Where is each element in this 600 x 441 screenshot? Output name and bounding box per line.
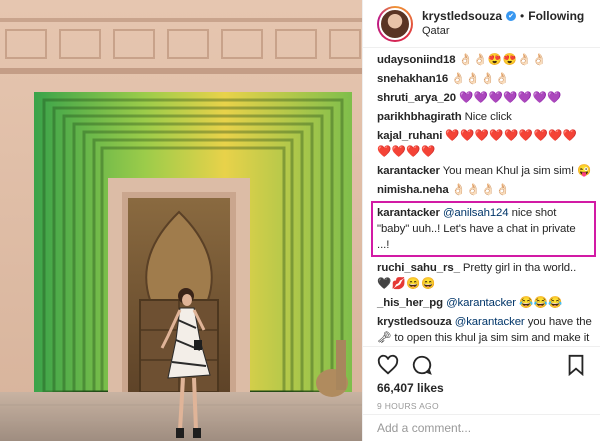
comment-emoji: 👌🏻👌🏻👌🏻👌🏻 [451,184,511,196]
comment-username[interactable]: udaysoniind18 [377,54,456,66]
comment-item: parikhbhagirath Nice click [377,109,592,125]
comment-emoji: 👌🏻👌🏻👌🏻👌🏻 [451,73,510,85]
comment-text: Nice click [464,111,512,123]
comment-username[interactable]: karantacker [377,165,440,177]
comment-username[interactable]: krystledsouza [377,316,452,328]
comment-username[interactable]: karantacker [377,207,440,219]
comment-username[interactable]: snehakhan16 [377,73,448,85]
post-side-panel: krystledsouza ✔ • Following Qatar udayso… [362,0,600,441]
comment-username[interactable]: shruti_arya_20 [377,92,456,104]
comment-emoji: 💜💜💜💜💜💜💜 [459,92,562,104]
comment-item: _his_her_pg @karantacker 😂😂😂 [377,295,592,311]
comment-text: You mean Khul ja sim sim! [442,165,575,177]
comment-item: snehakhan16 👌🏻👌🏻👌🏻👌🏻 [377,71,592,87]
post-photo[interactable] [0,0,362,441]
comment-username[interactable]: _his_her_pg [377,297,443,309]
avatar[interactable] [377,5,413,42]
comment-username[interactable]: kajal_ruhani [377,130,442,142]
comment-item: shruti_arya_20 💜💜💜💜💜💜💜 [377,90,592,106]
comment-item: ruchi_sahu_rs_ Pretty girl in tha world.… [377,260,592,292]
highlighted-comment: karantacker @anilsah124 nice shot "baby"… [371,201,596,257]
header-text: krystledsouza ✔ • Following Qatar [422,9,584,39]
comment-emoji: 👌🏻👌🏻😍😍👌🏻👌🏻 [458,54,547,66]
comment-mention-link[interactable]: @karantacker [446,297,516,309]
likes-count[interactable]: 66,407 likes [377,381,587,395]
following-button[interactable]: Following [528,9,584,24]
comments-list[interactable]: udaysoniind18 👌🏻👌🏻😍😍👌🏻👌🏻 snehakhan16 👌🏻👌… [363,48,600,345]
comment-emoji: 🖤💋😄😄 [377,278,436,290]
comment-username[interactable]: nimisha.neha [377,184,449,196]
comment-item: kajal_ruhani ❤️❤️❤️❤️❤️❤️❤️❤️❤️❤️❤️❤️❤️ [377,128,592,160]
comment-item: krystledsouza @karantacker you have the … [377,314,592,345]
add-comment-bar [363,414,600,441]
comment-item: karantacker You mean Khul ja sim sim! 😜 [377,163,592,179]
comment-username[interactable]: parikhbhagirath [377,111,462,123]
post-actions: 66,407 likes 9 HOURS AGO [363,346,600,411]
post-timestamp[interactable]: 9 HOURS AGO [377,401,587,411]
avatar-image [379,7,411,40]
post-header: krystledsouza ✔ • Following Qatar [363,0,600,48]
comment-item: udaysoniind18 👌🏻👌🏻😍😍👌🏻👌🏻 [377,52,592,68]
comment-icon[interactable] [411,354,433,376]
bookmark-icon[interactable] [565,354,587,376]
verified-badge-icon: ✔ [506,11,517,21]
action-row [377,353,587,377]
comment-emoji: 😂😂😂 [519,297,564,309]
photo-scene [0,0,362,441]
comment-mention-link[interactable]: @anilsah124 [443,207,509,219]
add-comment-input[interactable] [377,421,587,435]
separator-dot: • [520,8,525,23]
comment-username[interactable]: ruchi_sahu_rs_ [377,262,460,274]
username-link[interactable]: krystledsouza [422,9,502,24]
header-line: krystledsouza ✔ • Following [422,9,584,24]
heart-icon[interactable] [377,354,399,376]
comment-item: nimisha.neha 👌🏻👌🏻👌🏻👌🏻 [377,182,592,198]
comment-text: Pretty girl in tha world.. [462,262,577,274]
comment-emoji: 😜 [577,165,592,177]
location-link[interactable]: Qatar [422,24,584,39]
comment-mention-link[interactable]: @karantacker [455,316,525,328]
